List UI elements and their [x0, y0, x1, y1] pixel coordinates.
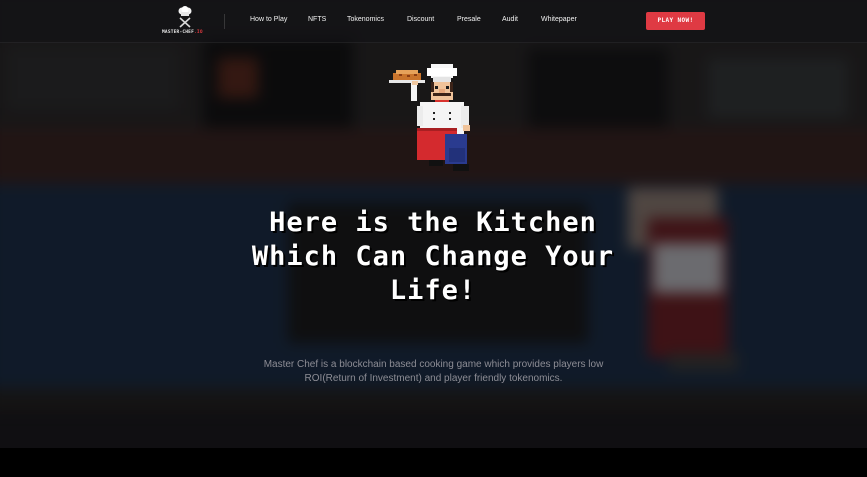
nav-discount[interactable]: Discount [407, 16, 434, 23]
hero-title: Here is the Kitchen Which Can Change You… [251, 207, 615, 306]
nav-how-to-play[interactable]: How to Play [250, 16, 287, 23]
brand-wordmark: MASTER-CHEF.IO [162, 30, 203, 35]
nav-tokenomics[interactable]: Tokenomics [347, 16, 384, 23]
play-now-button[interactable]: PLAY NOW! [646, 12, 705, 30]
hero-description: Master Chef is a blockchain based cookin… [263, 359, 604, 384]
pixel-chef-illustration [389, 64, 470, 171]
nav-presale[interactable]: Presale [457, 16, 481, 23]
page-bottom-strip [0, 448, 867, 477]
chef-hat-icon [178, 6, 192, 28]
top-navbar: MASTER-CHEF.IO How to Play NFTS Tokenomi… [0, 0, 867, 43]
nav-divider [224, 14, 225, 29]
brand-logo[interactable]: MASTER-CHEF.IO [162, 6, 210, 37]
nav-audit[interactable]: Audit [502, 16, 518, 23]
nav-whitepaper[interactable]: Whitepaper [541, 16, 577, 23]
nav-nfts[interactable]: NFTS [308, 16, 326, 23]
